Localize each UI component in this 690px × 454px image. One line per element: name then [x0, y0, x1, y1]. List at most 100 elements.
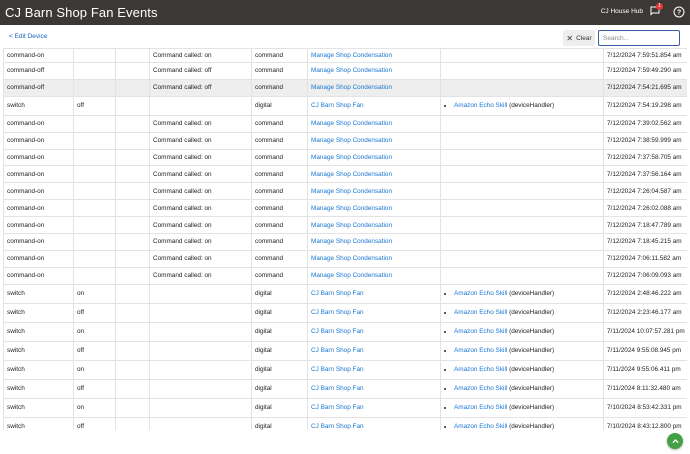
edit-device-link[interactable]: < Edit Device — [9, 33, 47, 40]
events-table[interactable]: command-on Command called: on command Manag… — [3, 48, 687, 430]
table-row: command-on Command called: on command Manag… — [3, 148, 687, 167]
trigger-app-link[interactable]: Amazon Echo Skill — [454, 366, 507, 373]
event-device-cell: Manage Shop Condensation — [307, 114, 441, 133]
device-link[interactable]: CJ Barn Shop Fan — [311, 309, 364, 316]
trigger-list-item: Amazon Echo Skill (deviceHandler) — [454, 385, 600, 392]
device-link[interactable]: Manage Shop Condensation — [311, 154, 392, 161]
event-value-cell — [73, 78, 116, 97]
trigger-app-link[interactable]: Amazon Echo Skill — [454, 328, 507, 335]
event-type-cell: command — [251, 249, 308, 268]
device-link[interactable]: Manage Shop Condensation — [311, 84, 392, 91]
table-row: switchon digitalCJ Barn Shop Fan Amazon Ec… — [3, 359, 687, 380]
trigger-app-link[interactable]: Amazon Echo Skill — [454, 347, 507, 354]
event-date-cell: 7/12/2024 7:37:58.705 am — [603, 148, 687, 167]
event-value-cell — [73, 182, 116, 201]
event-name-cell: command-on — [3, 216, 74, 235]
device-link[interactable]: Manage Shop Condensation — [311, 120, 392, 127]
event-name-cell: switch — [3, 378, 74, 399]
trigger-app-link[interactable]: Amazon Echo Skill — [454, 404, 507, 411]
trigger-app-link[interactable]: Amazon Echo Skill — [454, 423, 507, 430]
event-date-cell: 7/10/2024 8:43:12.800 pm — [603, 416, 687, 430]
event-device-cell: Manage Shop Condensation — [307, 266, 441, 285]
event-type-cell: digital — [251, 95, 308, 116]
search-input[interactable] — [598, 30, 680, 46]
event-name-cell: switch — [3, 359, 74, 380]
help-icon[interactable]: ? — [673, 6, 685, 18]
event-device-cell: Manage Shop Condensation — [307, 78, 441, 97]
event-description-cell: Command called: on — [149, 48, 252, 63]
device-link[interactable]: Manage Shop Condensation — [311, 255, 392, 262]
device-link[interactable]: Manage Shop Condensation — [311, 272, 392, 279]
event-unit-cell — [115, 216, 150, 235]
event-trigger-cell — [440, 114, 604, 133]
device-link[interactable]: CJ Barn Shop Fan — [311, 347, 364, 354]
event-trigger-cell: Amazon Echo Skill (deviceHandler) — [440, 283, 604, 304]
trigger-detail: (deviceHandler) — [509, 423, 555, 430]
device-link[interactable]: CJ Barn Shop Fan — [311, 290, 364, 297]
device-link[interactable]: CJ Barn Shop Fan — [311, 366, 364, 373]
hub-name[interactable]: CJ House Hub — [601, 8, 643, 15]
device-link[interactable]: Manage Shop Condensation — [311, 205, 392, 212]
device-link[interactable]: Manage Shop Condensation — [311, 222, 392, 229]
trigger-detail: (deviceHandler) — [509, 102, 555, 110]
event-description-cell: Command called: on — [149, 216, 252, 235]
trigger-detail: (deviceHandler) — [509, 290, 555, 298]
table-row: command-on Command called: on command Manag… — [3, 114, 687, 133]
trigger-list-item: Amazon Echo Skill (deviceHandler) — [454, 404, 600, 411]
clear-button[interactable]: ✕ Clear — [563, 30, 595, 46]
event-value-cell: on — [73, 283, 116, 304]
event-description-cell: Command called: on — [149, 233, 252, 251]
event-name-cell: switch — [3, 340, 74, 361]
event-date-cell: 7/12/2024 7:06:09.093 am — [603, 266, 687, 285]
event-description-cell — [149, 378, 252, 399]
event-device-cell: Manage Shop Condensation — [307, 249, 441, 268]
event-type-cell: command — [251, 48, 308, 63]
event-value-cell: on — [73, 321, 116, 342]
table-row: switchoff digitalCJ Barn Shop Fan Amazon E… — [3, 416, 687, 430]
event-device-cell: Manage Shop Condensation — [307, 165, 441, 184]
event-unit-cell — [115, 249, 150, 268]
event-description-cell: Command called: on — [149, 266, 252, 285]
event-trigger-cell: Amazon Echo Skill (deviceHandler) — [440, 340, 604, 361]
event-unit-cell — [115, 397, 150, 418]
event-type-cell: command — [251, 62, 308, 80]
trigger-detail: (deviceHandler) — [509, 347, 555, 355]
event-device-cell: CJ Barn Shop Fan — [307, 321, 441, 342]
device-link[interactable]: Manage Shop Condensation — [311, 171, 392, 178]
trigger-app-link[interactable]: Amazon Echo Skill — [454, 309, 507, 316]
device-link[interactable]: CJ Barn Shop Fan — [311, 102, 364, 109]
event-trigger-cell — [440, 249, 604, 268]
trigger-app-link[interactable]: Amazon Echo Skill — [454, 290, 507, 297]
table-row: switchon digitalCJ Barn Shop Fan Amazon Ec… — [3, 397, 687, 418]
event-unit-cell — [115, 199, 150, 218]
event-unit-cell — [115, 266, 150, 285]
event-name-cell: command-on — [3, 48, 74, 63]
event-date-cell: 7/11/2024 9:55:06.411 pm — [603, 359, 687, 380]
event-device-cell: CJ Barn Shop Fan — [307, 283, 441, 304]
event-device-cell: CJ Barn Shop Fan — [307, 378, 441, 399]
event-value-cell — [73, 249, 116, 268]
event-name-cell: switch — [3, 321, 74, 342]
device-link[interactable]: CJ Barn Shop Fan — [311, 404, 364, 411]
table-row: command-on Command called: on command Manag… — [3, 199, 687, 218]
event-date-cell: 7/11/2024 10:07:57.281 pm — [603, 321, 687, 342]
device-link[interactable]: Manage Shop Condensation — [311, 67, 392, 74]
table-row: switchon digitalCJ Barn Shop Fan Amazon Ec… — [3, 283, 687, 304]
table-row: command-on Command called: on command Manag… — [3, 216, 687, 235]
event-unit-cell — [115, 48, 150, 63]
event-unit-cell — [115, 78, 150, 97]
device-link[interactable]: Manage Shop Condensation — [311, 52, 392, 59]
device-link[interactable]: Manage Shop Condensation — [311, 188, 392, 195]
trigger-detail: (deviceHandler) — [509, 385, 555, 393]
device-link[interactable]: Manage Shop Condensation — [311, 137, 392, 144]
event-trigger-cell: Amazon Echo Skill (deviceHandler) — [440, 378, 604, 399]
trigger-app-link[interactable]: Amazon Echo Skill — [454, 385, 507, 392]
trigger-app-link[interactable]: Amazon Echo Skill — [454, 102, 507, 109]
device-link[interactable]: CJ Barn Shop Fan — [311, 385, 364, 392]
device-link[interactable]: CJ Barn Shop Fan — [311, 328, 364, 335]
trigger-list-item: Amazon Echo Skill (deviceHandler) — [454, 347, 600, 354]
event-trigger-cell: Amazon Echo Skill (deviceHandler) — [440, 359, 604, 380]
device-link[interactable]: Manage Shop Condensation — [311, 238, 392, 245]
scroll-top-button[interactable] — [667, 433, 683, 449]
device-link[interactable]: CJ Barn Shop Fan — [311, 423, 364, 430]
